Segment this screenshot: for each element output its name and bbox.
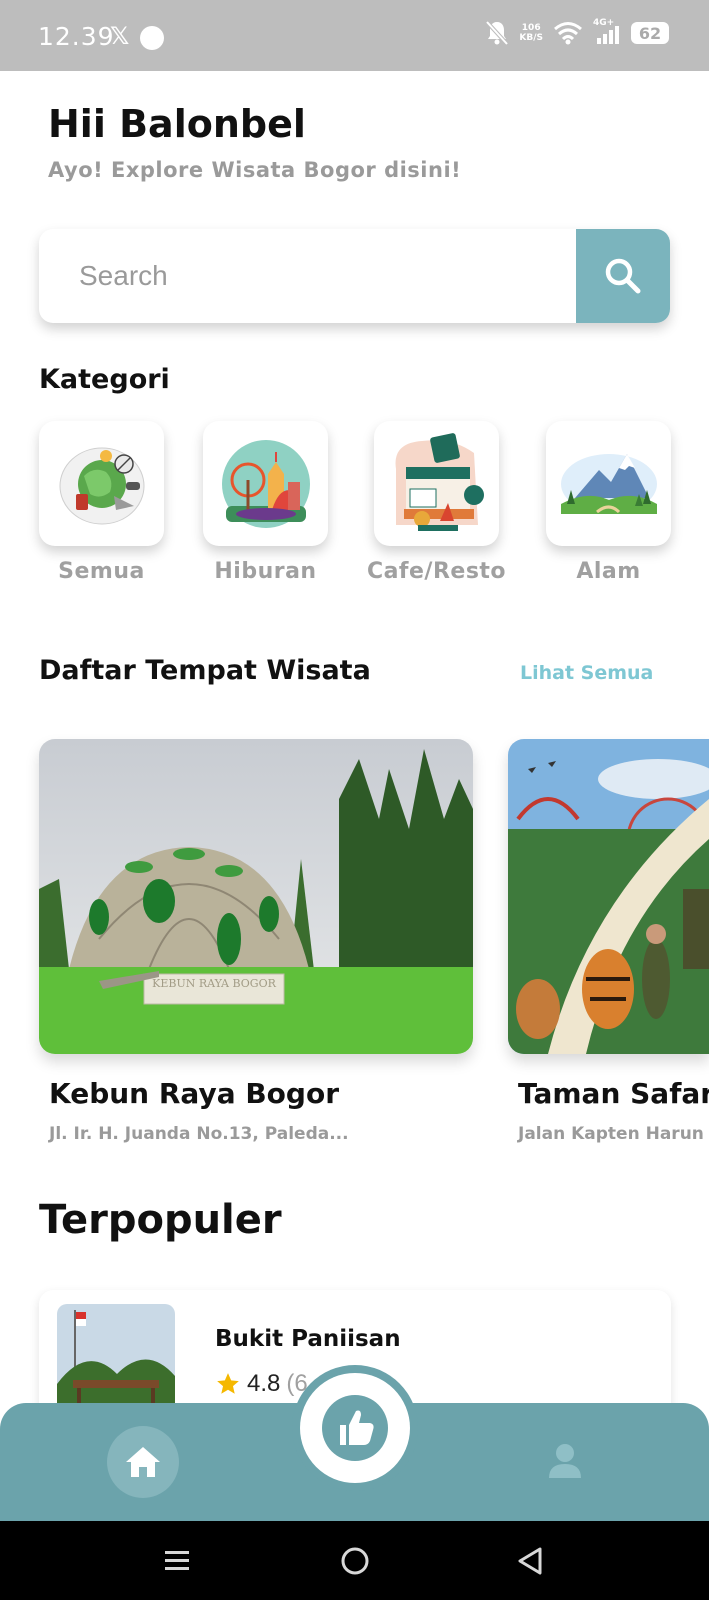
signal-bars-icon bbox=[597, 26, 619, 44]
bell-muted-icon bbox=[485, 20, 509, 46]
nav-recommend-button[interactable] bbox=[292, 1365, 418, 1491]
category-semua[interactable]: Semua bbox=[39, 421, 164, 584]
nav-home-button[interactable] bbox=[107, 1426, 179, 1498]
category-label: Cafe/Resto bbox=[366, 559, 507, 584]
nav-profile-button[interactable] bbox=[545, 1439, 585, 1483]
search-button[interactable] bbox=[576, 229, 670, 323]
greeting-subtitle: Ayo! Explore Wisata Bogor disini! bbox=[48, 158, 462, 182]
profile-icon bbox=[549, 1444, 581, 1478]
back-button[interactable] bbox=[510, 1541, 550, 1581]
notification-app-icon bbox=[140, 26, 164, 50]
category-tile[interactable] bbox=[39, 421, 164, 546]
amusement-park-icon bbox=[221, 439, 310, 528]
x-app-icon: 𝕏 bbox=[110, 22, 130, 50]
recents-button[interactable] bbox=[157, 1541, 197, 1581]
category-tile[interactable] bbox=[203, 421, 328, 546]
place-photo[interactable] bbox=[508, 739, 709, 1054]
fab-inner[interactable] bbox=[300, 1373, 410, 1483]
circle-home-icon bbox=[341, 1547, 369, 1575]
kebun-raya-photo: KEBUN RAYA BOGOR bbox=[39, 739, 473, 1054]
category-alam[interactable]: Alam bbox=[546, 421, 671, 584]
status-time: 12.39 bbox=[38, 22, 115, 51]
mountain-nature-icon bbox=[560, 453, 657, 514]
popular-rating: 4.8 (6 bbox=[215, 1370, 308, 1398]
place-address: Jalan Kapten Harun bbox=[518, 1124, 704, 1144]
greeting-title: Hii Balonbel bbox=[48, 102, 306, 146]
category-hiburan[interactable]: Hiburan bbox=[203, 421, 328, 584]
wifi-icon bbox=[554, 22, 582, 45]
category-section-title: Kategori bbox=[39, 364, 170, 395]
status-bar: 12.39 𝕏 106 KB/S 4G+ 62 bbox=[0, 0, 709, 71]
menu-lines-icon bbox=[165, 1551, 189, 1570]
taman-safari-photo bbox=[508, 739, 709, 1054]
battery-indicator: 62 bbox=[631, 22, 669, 44]
star-icon bbox=[217, 1373, 239, 1394]
category-tile[interactable] bbox=[374, 421, 499, 546]
search-icon bbox=[605, 258, 641, 294]
popular-section-title: Terpopuler bbox=[39, 1197, 282, 1243]
search-input[interactable] bbox=[39, 229, 576, 323]
category-cafe-resto[interactable]: Cafe/Resto bbox=[367, 421, 506, 584]
system-nav-bar bbox=[0, 1521, 709, 1600]
place-card-taman-safari[interactable]: Taman Safari Jalan Kapten Harun bbox=[508, 739, 709, 1144]
see-all-link[interactable]: Lihat Semua bbox=[520, 662, 653, 684]
place-name: Taman Safari bbox=[518, 1077, 709, 1110]
category-label: Alam bbox=[576, 559, 641, 584]
svg-text:KEBUN RAYA BOGOR: KEBUN RAYA BOGOR bbox=[152, 977, 276, 990]
place-photo[interactable]: KEBUN RAYA BOGOR bbox=[39, 739, 473, 1054]
place-address: Jl. Ir. H. Juanda No.13, Paleda... bbox=[49, 1124, 349, 1144]
popular-item-name: Bukit Paniisan bbox=[215, 1326, 401, 1352]
thumbs-up-icon bbox=[322, 1395, 388, 1461]
world-travel-icon bbox=[59, 447, 144, 524]
places-section-title: Daftar Tempat Wisata bbox=[39, 655, 371, 686]
cell-signal: 4G+ bbox=[593, 18, 621, 46]
rating-value: 4.8 bbox=[247, 1370, 281, 1397]
status-icons: 106 KB/S 4G+ 62 bbox=[485, 18, 669, 46]
place-name: Kebun Raya Bogor bbox=[49, 1077, 340, 1110]
back-triangle-icon bbox=[518, 1547, 542, 1575]
search-bar bbox=[39, 229, 670, 323]
home-icon bbox=[126, 1447, 160, 1477]
home-system-button[interactable] bbox=[335, 1541, 375, 1581]
category-label: Semua bbox=[58, 559, 145, 584]
category-label: Hiburan bbox=[214, 559, 317, 584]
cafe-shop-icon bbox=[395, 432, 484, 531]
place-card-kebun-raya[interactable]: KEBUN RAYA BOGOR Kebun Raya Bogor Jl. Ir… bbox=[39, 739, 473, 1144]
category-tile[interactable] bbox=[546, 421, 671, 546]
net-speed: 106 KB/S bbox=[519, 23, 543, 43]
